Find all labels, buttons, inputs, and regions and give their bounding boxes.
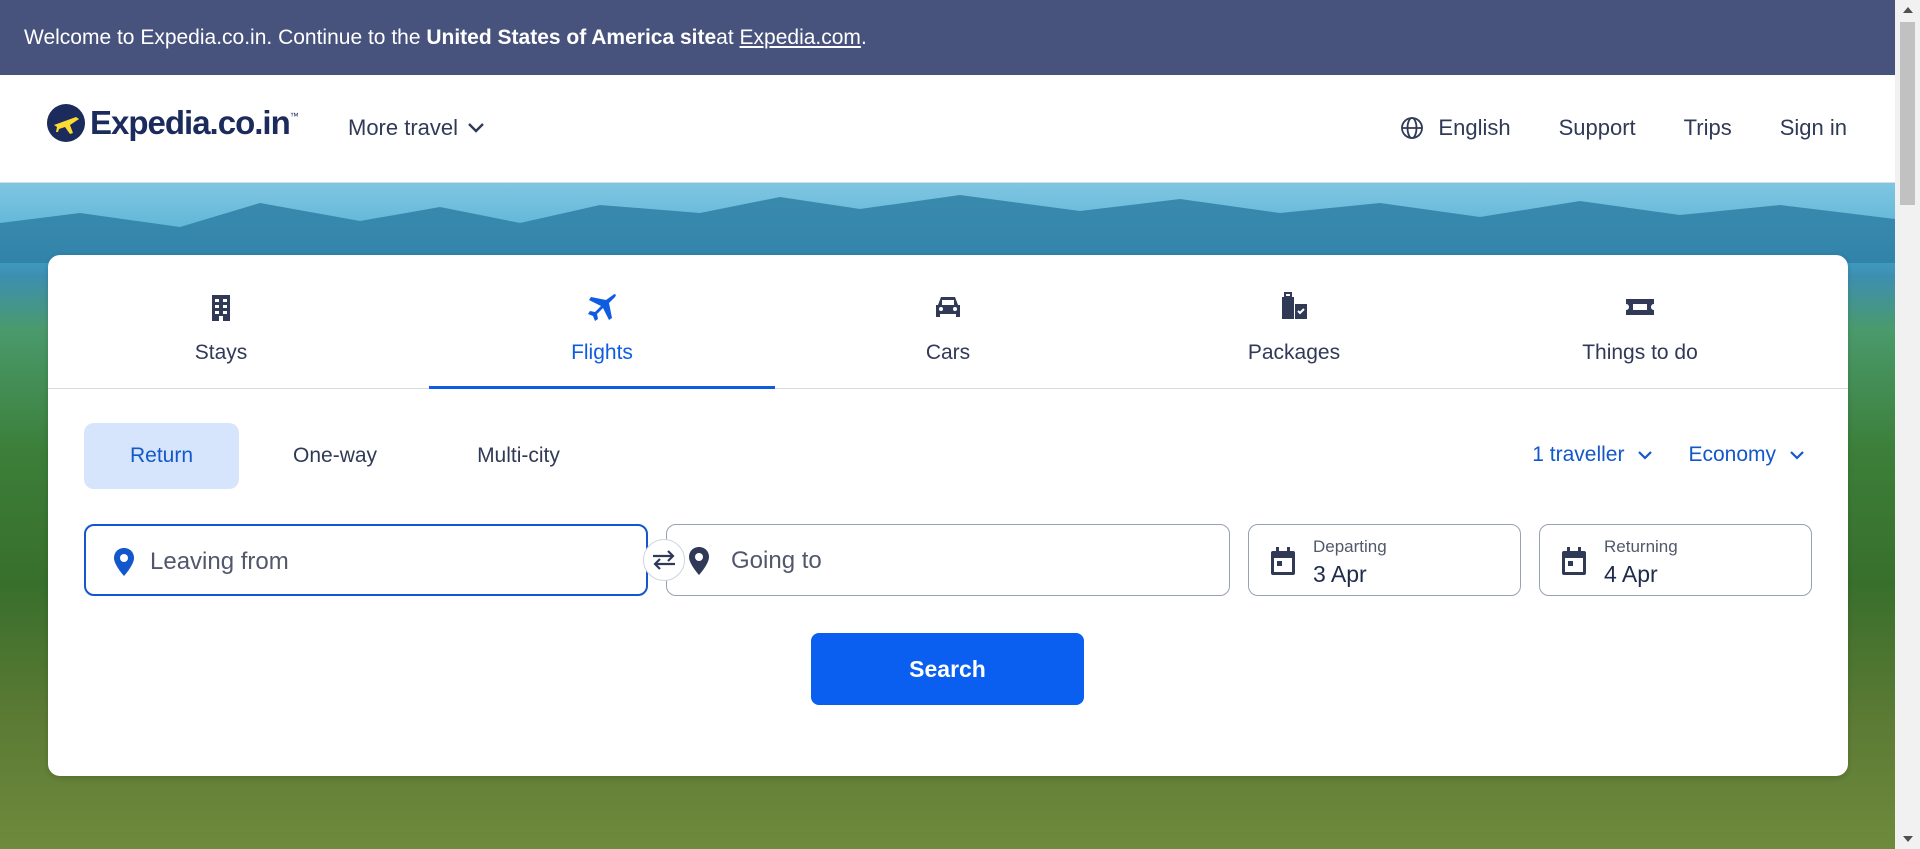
travellers-label: 1 traveller: [1532, 443, 1625, 466]
site-header: Expedia.co.in ™ More travel English Supp…: [0, 75, 1895, 183]
going-to-placeholder: Going to: [731, 547, 822, 574]
tab-flights-label: Flights: [571, 341, 633, 364]
cabin-class-selector[interactable]: Economy: [1688, 443, 1804, 467]
tab-things-to-do[interactable]: Things to do: [1467, 255, 1813, 387]
logo-trademark: ™: [289, 111, 299, 121]
banner-link[interactable]: Expedia.com: [740, 26, 861, 50]
scroll-up-arrow-icon[interactable]: [1895, 0, 1920, 20]
calendar-icon: [1562, 547, 1586, 575]
luggage-icon: [1282, 292, 1307, 319]
car-icon: [936, 297, 960, 317]
tab-flights[interactable]: Flights: [429, 255, 775, 389]
returning-value: 4 Apr: [1604, 561, 1658, 587]
calendar-icon: [1271, 547, 1295, 575]
departing-label: Departing: [1313, 537, 1387, 556]
scroll-down-arrow-icon[interactable]: [1895, 829, 1920, 849]
returning-label: Returning: [1604, 537, 1678, 556]
trip-type-multi-city[interactable]: Multi-city: [431, 423, 606, 489]
tab-packages-label: Packages: [1247, 341, 1341, 364]
header-nav: English Support Trips Sign in: [1400, 115, 1847, 141]
going-to-input[interactable]: Going to: [666, 524, 1230, 596]
search-card: Stays Flights Cars Packages Things to do…: [48, 255, 1848, 776]
chevron-down-icon: [1790, 450, 1804, 460]
search-button[interactable]: Search: [811, 633, 1084, 705]
language-label: English: [1438, 115, 1511, 140]
trip-type-group: Return One-way Multi-city: [84, 423, 606, 489]
flight-options: 1 traveller Economy: [1496, 443, 1804, 467]
building-icon: [212, 295, 230, 321]
more-travel-menu[interactable]: More travel: [348, 115, 484, 141]
logo-text: Expedia.co.in: [90, 104, 291, 141]
more-travel-label: More travel: [348, 115, 459, 140]
departing-date-field[interactable]: Departing 3 Apr: [1248, 524, 1521, 596]
leaving-from-input[interactable]: Leaving from: [84, 524, 648, 596]
hero-islands-graphic: [0, 195, 1895, 263]
scrollbar-thumb[interactable]: [1900, 22, 1915, 205]
trip-type-one-way[interactable]: One-way: [247, 423, 423, 489]
expedia-logo-icon: [47, 104, 85, 142]
returning-date-field[interactable]: Returning 4 Apr: [1539, 524, 1812, 596]
departing-value: 3 Apr: [1313, 561, 1367, 587]
trips-link[interactable]: Trips: [1684, 115, 1732, 141]
chevron-down-icon: [468, 123, 484, 133]
ticket-icon: [1626, 299, 1654, 315]
location-pin-icon: [114, 548, 134, 576]
country-redirect-banner: Welcome to Expedia.co.in. Continue to th…: [0, 0, 1895, 75]
vertical-scrollbar[interactable]: [1895, 0, 1920, 849]
tab-cars-label: Cars: [925, 341, 971, 364]
banner-text-suffix: .: [860, 25, 867, 49]
language-selector[interactable]: English: [1400, 115, 1511, 141]
travellers-selector[interactable]: 1 traveller: [1532, 443, 1653, 467]
location-pin-icon: [689, 547, 709, 575]
leaving-from-placeholder: Leaving from: [150, 548, 289, 575]
expedia-logo[interactable]: Expedia.co.in ™: [46, 103, 299, 143]
plane-icon: [588, 294, 616, 321]
sign-in-link[interactable]: Sign in: [1780, 115, 1847, 141]
product-tabs: Stays Flights Cars Packages Things to do: [48, 255, 1848, 389]
tab-things-to-do-label: Things to do: [1582, 341, 1698, 364]
support-link[interactable]: Support: [1559, 115, 1636, 141]
banner-text-mid: at: [716, 25, 734, 49]
page: Welcome to Expedia.co.in. Continue to th…: [0, 0, 1895, 849]
banner-text-prefix: Welcome to Expedia.co.in. Continue to th…: [24, 25, 421, 49]
chevron-down-icon: [1638, 450, 1653, 460]
tab-packages[interactable]: Packages: [1121, 255, 1467, 387]
swap-arrows-icon: [653, 550, 675, 570]
cabin-class-label: Economy: [1688, 443, 1776, 466]
tab-stays[interactable]: Stays: [48, 255, 394, 387]
tab-stays-label: Stays: [194, 341, 248, 364]
banner-text-bold: United States of America site: [426, 25, 717, 49]
swap-locations-button[interactable]: [643, 539, 685, 581]
trip-type-return[interactable]: Return: [84, 423, 240, 489]
globe-icon: [1401, 117, 1424, 139]
tab-cars[interactable]: Cars: [775, 255, 1121, 387]
